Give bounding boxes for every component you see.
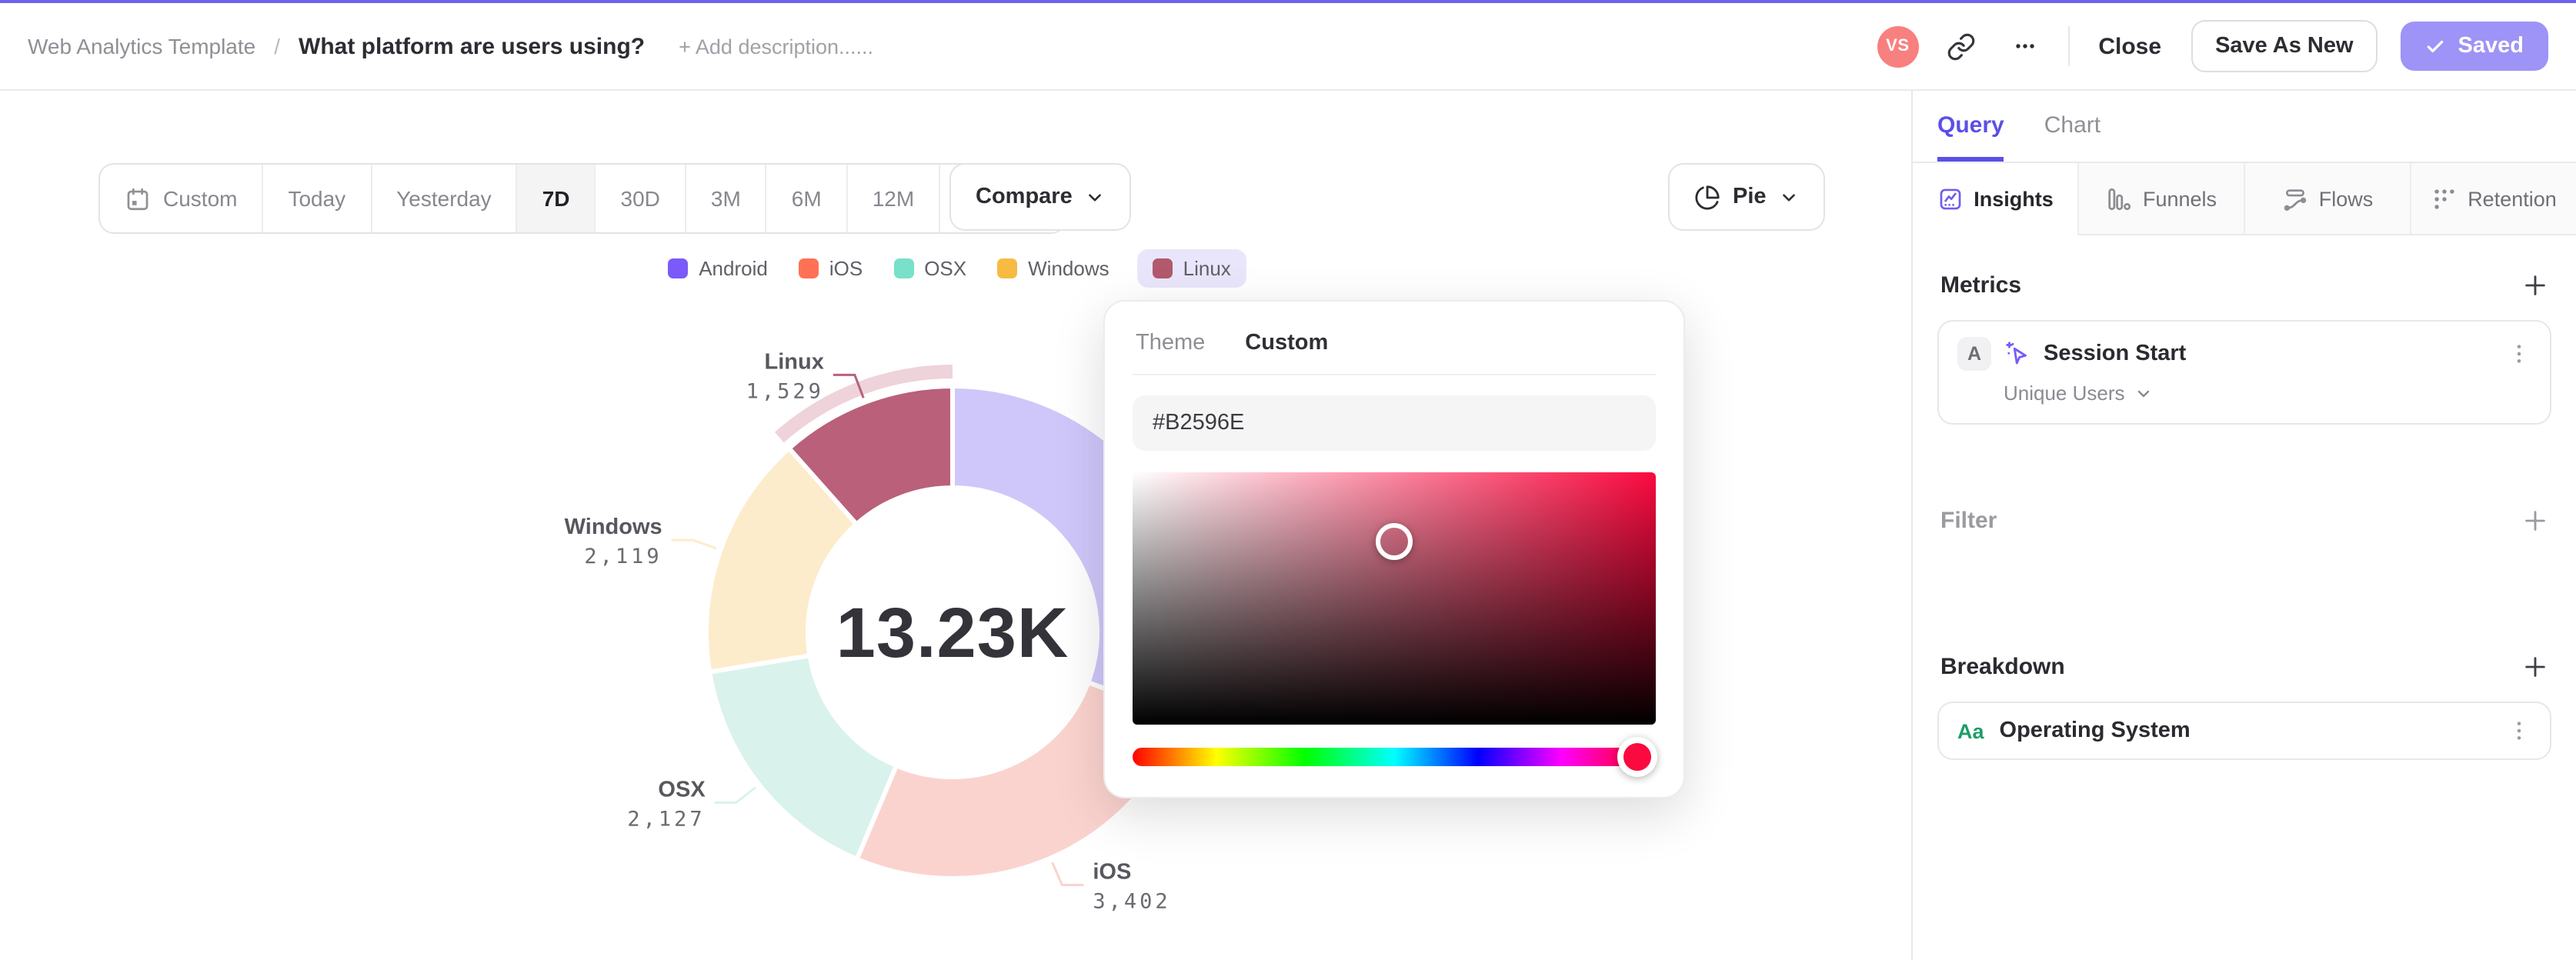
tab-chart[interactable]: Chart [2044,91,2101,162]
slice-label-name: Windows [565,515,662,539]
breakdown-heading: Breakdown [1940,654,2065,680]
query-builder: Metrics A Session Start Unique Users Fil… [1913,235,2576,785]
date-range-30d[interactable]: 30D [594,165,685,232]
hue-gradient-bar[interactable] [1133,748,1656,766]
saturation-handle[interactable] [1376,523,1413,561]
date-range-6m[interactable]: 6M [765,165,846,232]
chart-type-button[interactable]: Pie [1668,163,1825,231]
breakdown-card[interactable]: Aa Operating System [1937,702,2551,760]
add-metric-button[interactable] [2522,272,2548,298]
add-description-button[interactable]: + Add description...... [679,35,873,58]
metric-event-name[interactable]: Session Start [2044,342,2186,366]
label-connector [671,538,717,550]
property-type-badge: Aa [1957,719,1984,742]
query-sidebar: Query Chart Insights Funnels Flows Reten… [1911,91,2576,960]
metric-card[interactable]: A Session Start Unique Users [1937,320,2551,425]
analysis-type-tabs: Insights Funnels Flows Retention [1913,162,2576,235]
tab-theme[interactable]: Theme [1136,331,1205,355]
date-range-custom[interactable]: Custom [100,165,262,232]
tab-flows[interactable]: Flows [2244,163,2410,235]
slice-label-value: 1,529 [746,379,824,403]
event-sparkle-icon [2006,342,2027,365]
color-picker-popup: Theme Custom #B2596E [1103,300,1685,798]
tab-funnels[interactable]: Funnels [2077,163,2244,235]
breadcrumb[interactable]: Web Analytics Template [28,34,255,58]
label-connector [1051,862,1084,886]
plus-icon [2525,657,2545,677]
breakdown-section-header: Breakdown [1940,654,2548,680]
share-link-icon[interactable] [1941,26,1981,66]
tab-flows-label: Flows [2318,187,2374,210]
add-filter-button[interactable] [2522,508,2548,534]
date-range-control: CustomTodayYesterday7D30D3M6M12MXTD [98,163,1067,234]
funnels-icon [2109,187,2132,210]
chevron-down-icon [1782,193,1795,201]
date-range-3m[interactable]: 3M [684,165,766,232]
tab-query[interactable]: Query [1937,91,2004,162]
filter-heading: Filter [1940,508,1997,534]
slice-label-value: 2,127 [627,807,705,831]
compare-label: Compare [976,185,1073,209]
chart-type-label: Pie [1733,185,1767,209]
app-root: Web Analytics Template / What platform a… [0,0,2576,960]
slice-label-value: 3,402 [1093,889,1170,913]
label-connector [714,786,756,804]
page-title[interactable]: What platform are users using? [299,33,645,59]
aggregation-dropdown[interactable]: Unique Users [2004,382,2531,405]
avatar[interactable]: VS [1877,25,1919,67]
metric-options-kebab-icon[interactable] [2507,342,2531,366]
close-button[interactable]: Close [2092,24,2167,68]
breakdown-options-kebab-icon[interactable] [2507,718,2531,743]
header: Web Analytics Template / What platform a… [0,3,2576,91]
slice-label-name: OSX [658,777,706,802]
metric-series-badge: A [1957,337,1991,371]
flows-icon [2284,188,2306,210]
more-options-icon[interactable] [2004,26,2044,66]
tab-insights[interactable]: Insights [1913,163,2077,235]
retention-icon [2434,188,2454,208]
tab-retention-label: Retention [2468,187,2557,210]
breakdown-property-name[interactable]: Operating System [2000,718,2191,743]
saturation-area[interactable] [1133,472,1656,725]
date-range-yesterday[interactable]: Yesterday [370,165,516,232]
tab-custom[interactable]: Custom [1245,331,1328,355]
tab-retention[interactable]: Retention [2410,163,2576,235]
chart-canvas: CustomTodayYesterday7D30D3M6M12MXTD Comp… [0,91,1911,960]
slice-label-name: Linux [765,349,824,374]
date-range-today[interactable]: Today [262,165,370,232]
filter-section-header: Filter [1940,508,2548,534]
plus-icon [2525,511,2545,531]
hue-handle[interactable] [1617,737,1658,777]
hex-color-input[interactable]: #B2596E [1133,395,1656,451]
plus-icon [2525,275,2545,295]
date-range-7d[interactable]: 7D [516,165,595,232]
chevron-down-icon [2137,389,2149,397]
saved-button-label: Saved [2458,34,2524,58]
save-as-new-button[interactable]: Save As New [2191,20,2378,72]
tab-insights-label: Insights [1974,187,2054,210]
sidebar-tabs: Query Chart [1913,91,2576,162]
header-actions: VS Close Save As New Saved [1877,20,2548,72]
calendar-icon [127,187,148,210]
header-divider [2067,26,2070,66]
breadcrumb-separator: / [274,34,281,58]
check-icon [2428,39,2444,52]
pie-center-total: 13.23K [836,594,1069,672]
date-range-12m[interactable]: 12M [846,165,939,232]
aggregation-label: Unique Users [2004,382,2125,405]
pie-slice-osx[interactable] [707,653,899,862]
metrics-heading: Metrics [1940,272,2022,298]
slice-label-name: iOS [1093,859,1131,884]
metrics-section-header: Metrics [1940,272,2548,298]
chevron-down-icon [1088,193,1101,201]
pie-chart-icon [1695,185,1720,209]
slice-label-value: 2,119 [584,545,662,568]
add-breakdown-button[interactable] [2522,654,2548,680]
compare-button[interactable]: Compare [949,163,1131,231]
hue-slider[interactable] [1133,737,1658,777]
color-picker-tabs: Theme Custom [1133,328,1656,375]
saved-button[interactable]: Saved [2401,22,2548,71]
insights-icon [1939,188,1960,209]
tab-funnels-label: Funnels [2142,187,2217,210]
